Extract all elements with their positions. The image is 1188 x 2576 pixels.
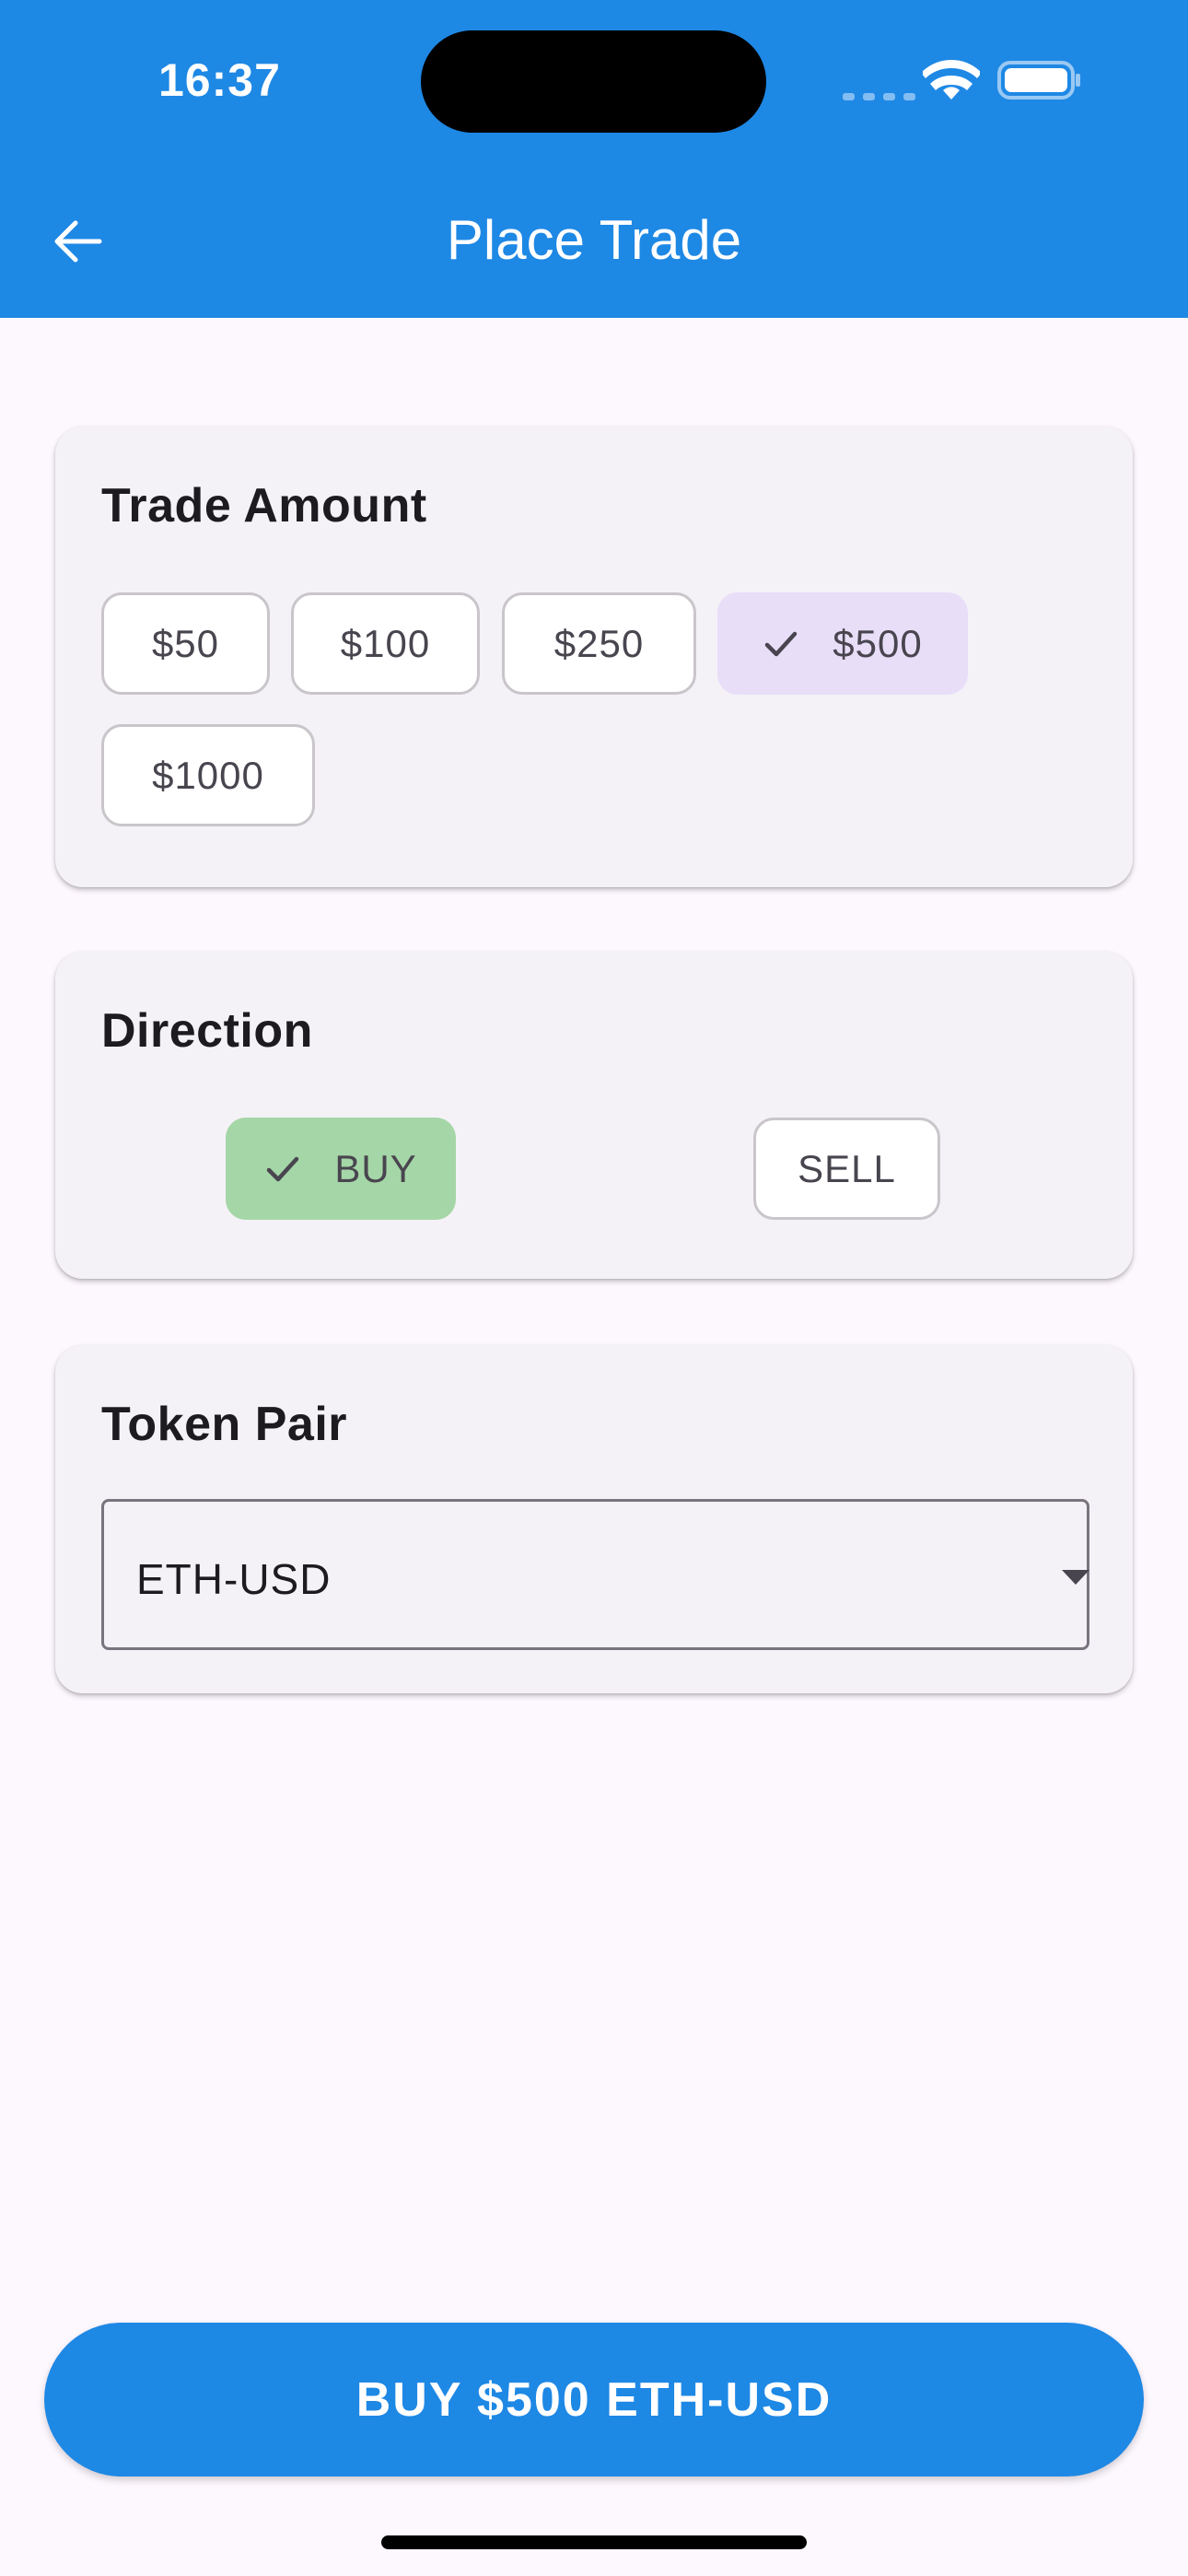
token-pair-dropdown[interactable]: ETH-USD xyxy=(101,1499,1089,1650)
token-pair-value: ETH-USD xyxy=(136,1555,332,1603)
sell-chip-label: SELL xyxy=(798,1146,896,1190)
trade-amount-title: Trade Amount xyxy=(101,479,427,533)
token-pair-card: Token Pair ETH-USD xyxy=(55,1345,1133,1693)
amount-chip-1000[interactable]: $1000 xyxy=(101,724,315,826)
submit-trade-button[interactable]: BUY $500 ETH-USD xyxy=(44,2323,1144,2476)
home-indicator xyxy=(381,2535,807,2549)
check-icon xyxy=(267,1156,299,1181)
token-pair-title: Token Pair xyxy=(101,1398,348,1451)
page-title: Place Trade xyxy=(446,209,742,271)
status-time: 16:37 xyxy=(158,54,281,106)
amount-chip-500[interactable]: $500 xyxy=(717,592,968,695)
trade-amount-card: Trade Amount $50 $100 $250 $500 $1000 xyxy=(55,427,1133,887)
dropdown-arrow-icon xyxy=(1062,1570,1089,1585)
buy-chip[interactable]: BUY xyxy=(226,1118,456,1220)
buy-chip-label: BUY xyxy=(334,1146,417,1190)
amount-chip-250[interactable]: $250 xyxy=(502,592,696,695)
sell-chip[interactable]: SELL xyxy=(753,1118,940,1220)
direction-title: Direction xyxy=(101,1004,313,1058)
amount-chip-label: $250 xyxy=(553,621,645,665)
amount-chip-50[interactable]: $50 xyxy=(101,592,270,695)
amount-chip-label: $500 xyxy=(833,621,923,665)
wifi-icon xyxy=(923,60,980,100)
amount-chip-label: $1000 xyxy=(152,753,264,797)
amount-chip-100[interactable]: $100 xyxy=(291,592,480,695)
dynamic-island xyxy=(421,30,766,133)
cellular-signal-icon xyxy=(843,88,924,105)
amount-chip-label: $100 xyxy=(340,621,431,665)
check-icon xyxy=(765,631,798,656)
amount-chip-label: $50 xyxy=(151,621,220,665)
submit-trade-label: BUY $500 ETH-USD xyxy=(355,2372,833,2427)
app-bar: 16:37 Place Trade xyxy=(0,0,1188,318)
direction-card: Direction BUY SELL xyxy=(55,952,1133,1279)
battery-icon xyxy=(997,61,1080,100)
